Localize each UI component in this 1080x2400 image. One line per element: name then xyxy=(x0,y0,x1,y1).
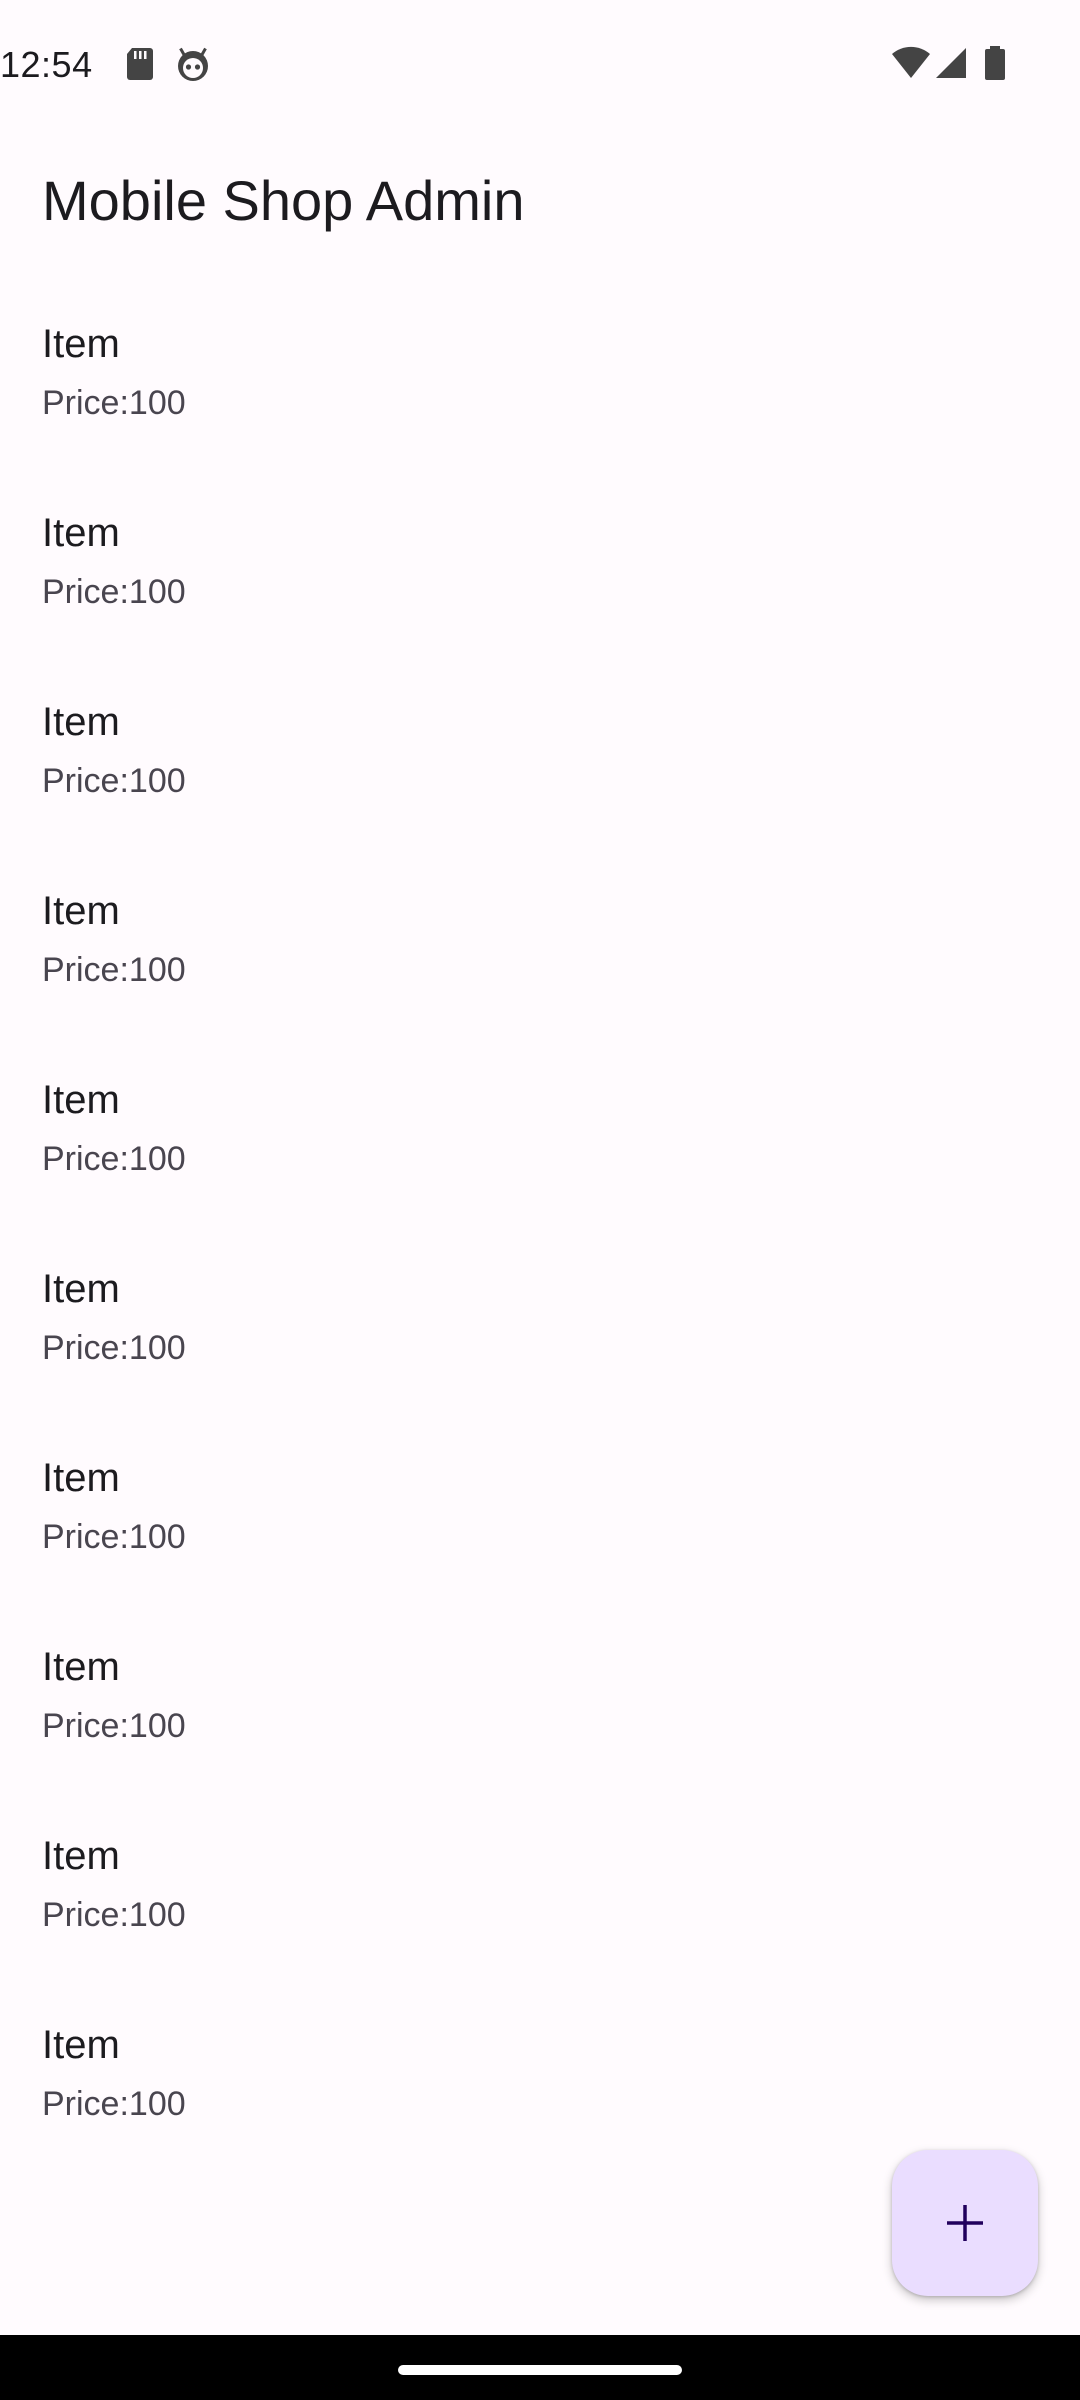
list-item[interactable]: Item Price:100 xyxy=(0,290,1080,479)
battery-icon xyxy=(982,44,1008,84)
signal-icon xyxy=(934,44,968,84)
item-title: Item xyxy=(42,322,120,366)
list-item[interactable]: Item Price:100 xyxy=(0,857,1080,1046)
item-price: Price:100 xyxy=(42,573,186,611)
home-gesture-handle[interactable] xyxy=(398,2365,682,2375)
wifi-icon xyxy=(890,44,932,84)
list-item[interactable]: Item Price:100 xyxy=(0,1802,1080,1991)
add-item-button[interactable] xyxy=(892,2150,1038,2296)
item-title: Item xyxy=(42,1834,120,1878)
item-price: Price:100 xyxy=(42,1896,186,1934)
item-title: Item xyxy=(42,1456,120,1500)
item-title: Item xyxy=(42,511,120,555)
item-title: Item xyxy=(42,2023,120,2067)
list-item[interactable]: Item Price:100 xyxy=(0,1046,1080,1235)
item-title: Item xyxy=(42,1078,120,1122)
item-price: Price:100 xyxy=(42,2085,186,2123)
list-item[interactable]: Item Price:100 xyxy=(0,668,1080,857)
item-price: Price:100 xyxy=(42,1329,186,1367)
item-list: Item Price:100 Item Price:100 Item Price… xyxy=(0,290,1080,2180)
item-price: Price:100 xyxy=(42,762,186,800)
item-title: Item xyxy=(42,1267,120,1311)
navigation-bar xyxy=(0,2335,1080,2400)
item-price: Price:100 xyxy=(42,951,186,989)
item-title: Item xyxy=(42,889,120,933)
status-time: 12:54 xyxy=(0,44,93,85)
item-price: Price:100 xyxy=(42,1707,186,1745)
android-head-icon xyxy=(173,44,213,84)
item-price: Price:100 xyxy=(42,1518,186,1556)
list-item[interactable]: Item Price:100 xyxy=(0,479,1080,668)
status-bar: 12:54 xyxy=(0,0,1080,130)
sd-card-icon xyxy=(120,44,160,84)
plus-icon xyxy=(947,2205,983,2241)
item-price: Price:100 xyxy=(42,384,186,422)
item-price: Price:100 xyxy=(42,1140,186,1178)
item-title: Item xyxy=(42,700,120,744)
item-title: Item xyxy=(42,1645,120,1689)
list-item[interactable]: Item Price:100 xyxy=(0,1613,1080,1802)
page-title: Mobile Shop Admin xyxy=(42,169,525,232)
list-item[interactable]: Item Price:100 xyxy=(0,1424,1080,1613)
list-item[interactable]: Item Price:100 xyxy=(0,1235,1080,1424)
app-bar: Mobile Shop Admin xyxy=(0,130,1080,270)
